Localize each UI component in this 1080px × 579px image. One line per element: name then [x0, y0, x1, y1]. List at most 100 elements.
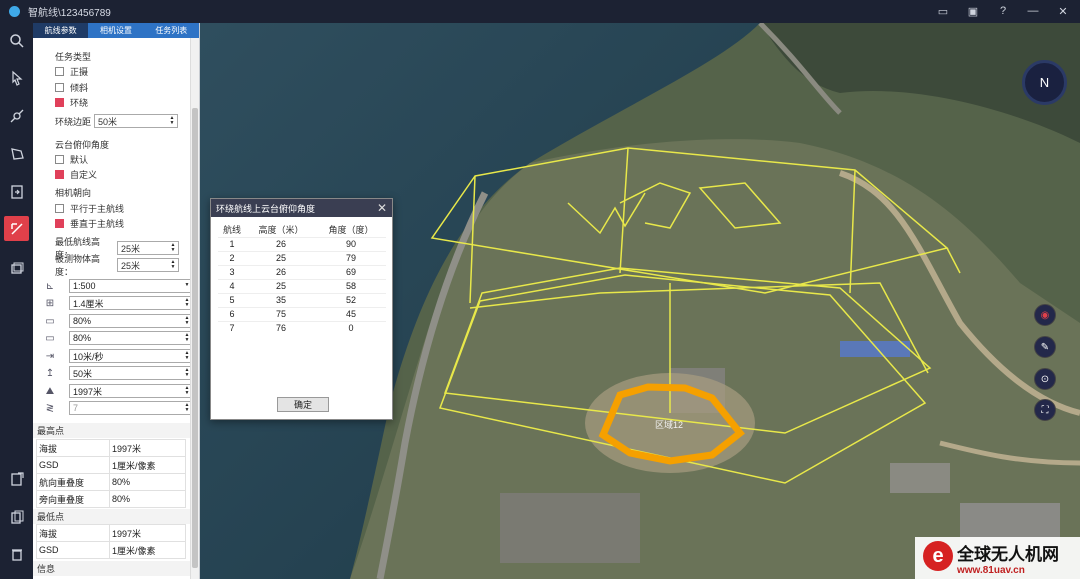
delete-tool[interactable] [4, 541, 29, 566]
help-icon[interactable]: ? [996, 4, 1010, 18]
task-type-orbit[interactable]: 环绕 [55, 96, 88, 109]
camera-dir-perpendicular[interactable]: 垂直于主航线 [55, 217, 124, 230]
spinner-arrows-icon[interactable]: ▲ ▼ [168, 116, 176, 126]
table-row: 航向重叠度 80% [36, 473, 186, 491]
checkbox[interactable] [55, 83, 64, 92]
export-tool[interactable] [4, 466, 29, 491]
lowest-point-table: 海拔 1997米 GSD 1厘米/像素 [36, 524, 186, 559]
cell: 1 [218, 236, 246, 251]
cell: 4 [218, 278, 246, 293]
scale-select[interactable]: 1:500 ▼ [69, 279, 193, 293]
tab-camera-settings[interactable]: 相机设置 [88, 23, 143, 38]
measure-button[interactable]: ✎ [1034, 336, 1056, 358]
waypoint-tool[interactable] [4, 103, 29, 128]
layers-tool[interactable] [4, 256, 29, 281]
checkbox[interactable] [55, 155, 64, 164]
cell: 0 [315, 320, 386, 335]
camera-dir-parallel[interactable]: 平行于主航线 [55, 202, 124, 215]
count-icon: ≷ [45, 402, 55, 414]
scale-icon: ⊾ [45, 280, 55, 292]
select-tool[interactable] [4, 65, 29, 90]
checkbox[interactable] [55, 67, 64, 76]
app-logo-icon [9, 6, 20, 17]
route-edit-tool[interactable] [4, 216, 29, 241]
scrollbar-thumb[interactable] [192, 108, 198, 568]
speed-value: 10米/秒 [73, 351, 104, 362]
checkbox-checked[interactable] [55, 98, 64, 107]
marker-icon: ⊙ [1040, 373, 1050, 385]
cell: 52 [315, 292, 386, 307]
fullscreen-button[interactable]: ⛶ [1034, 399, 1056, 421]
tab-route-params[interactable]: 航线参数 [33, 23, 89, 38]
elevation-input[interactable]: 1997米 ▲ ▼ [69, 384, 193, 398]
close-button[interactable]: ✕ [1056, 4, 1070, 18]
altitude-icon: ↥ [45, 367, 55, 379]
close-icon[interactable]: ✕ [377, 201, 387, 215]
row-value: 80% [109, 473, 186, 491]
elevation-value: 1997米 [73, 386, 103, 397]
location-icon: ◉ [1040, 309, 1050, 321]
param-gsd-row: ⊞ 1.4厘米 ▲ ▼ [43, 296, 193, 310]
row-value: 1厘米/像素 [109, 456, 186, 474]
checkbox-checked[interactable] [55, 219, 64, 228]
checkbox-checked[interactable] [55, 170, 64, 179]
folder-icon[interactable]: ▭ [936, 4, 950, 18]
table-row: 6 75 45 [218, 306, 386, 321]
object-height-input[interactable]: 25米 ▲ ▼ [117, 258, 179, 272]
speed-icon: ⇥ [45, 350, 55, 362]
lowest-point-heading: 最低点 [33, 509, 191, 524]
gimbal-custom[interactable]: 自定义 [55, 168, 97, 181]
polygon-tool[interactable] [4, 141, 29, 166]
copy-tool[interactable] [4, 504, 29, 529]
altitude-input[interactable]: 50米 ▲ ▼ [69, 366, 193, 380]
side-overlap-input[interactable]: 80% ▲ ▼ [69, 314, 193, 328]
search-tool[interactable] [4, 28, 29, 53]
import-tool[interactable] [4, 179, 29, 204]
option-label: 垂直于主航线 [70, 219, 125, 229]
save-icon[interactable]: ▣ [966, 4, 980, 18]
tab-task-list[interactable]: 任务列表 [144, 23, 199, 38]
gsd-input[interactable]: 1.4厘米 ▲ ▼ [69, 296, 193, 310]
row-label: 航向重叠度 [36, 473, 110, 491]
gimbal-default[interactable]: 默认 [55, 153, 88, 166]
fullscreen-icon: ⛶ [1041, 404, 1049, 416]
orbit-margin-input[interactable]: 50米 ▲ ▼ [94, 114, 179, 128]
highest-point-heading: 最高点 [33, 423, 191, 438]
info-heading: 信息 [33, 561, 191, 576]
dialog-title-bar: 环绕航线上云台俯仰角度 ✕ [211, 199, 392, 217]
search-icon [9, 33, 24, 48]
left-toolbar [0, 23, 33, 579]
compass-icon[interactable]: N [1022, 60, 1067, 105]
cell: 69 [315, 264, 386, 279]
row-value: 1厘米/像素 [109, 541, 186, 559]
speed-input[interactable]: 10米/秒 ▲ ▼ [69, 349, 193, 363]
task-type-ortho[interactable]: 正摄 [55, 65, 88, 78]
watermark-title: 全球无人机网 [957, 545, 1059, 564]
ok-button[interactable]: 确定 [277, 397, 329, 412]
task-type-oblique[interactable]: 倾斜 [55, 81, 88, 94]
minimize-button[interactable]: — [1026, 4, 1040, 18]
parameter-panel: 航线参数 相机设置 任务列表 任务类型 正摄 倾斜 环绕 环绕边距 50米 ▲ ▼ … [33, 23, 200, 579]
panel-scrollbar[interactable] [190, 38, 199, 579]
forward-overlap-input[interactable]: 80% ▲ ▼ [69, 331, 193, 345]
table-row: GSD 1厘米/像素 [36, 456, 186, 474]
cell: 35 [246, 292, 316, 307]
compass-label: N [1039, 75, 1050, 90]
option-label: 自定义 [70, 170, 98, 180]
cell: 58 [315, 278, 386, 293]
cursor-icon [11, 70, 23, 86]
trash-icon [11, 548, 22, 561]
location-pin-button[interactable]: ◉ [1034, 304, 1056, 326]
option-label: 倾斜 [70, 83, 89, 93]
cell: 6 [218, 306, 246, 321]
panel-tabs: 航线参数 相机设置 任务列表 [33, 23, 199, 38]
count-input[interactable]: 7 ▲ ▼ [69, 401, 193, 415]
checkbox[interactable] [55, 204, 64, 213]
spinner-arrows-icon[interactable]: ▲ ▼ [169, 260, 177, 270]
table-row: 5 35 52 [218, 292, 386, 307]
watermark-url: www.81uav.cn [957, 565, 1025, 576]
cell: 3 [218, 264, 246, 279]
table-row: 4 25 58 [218, 278, 386, 293]
polygon-icon [10, 147, 24, 160]
marker-button[interactable]: ⊙ [1034, 368, 1056, 390]
